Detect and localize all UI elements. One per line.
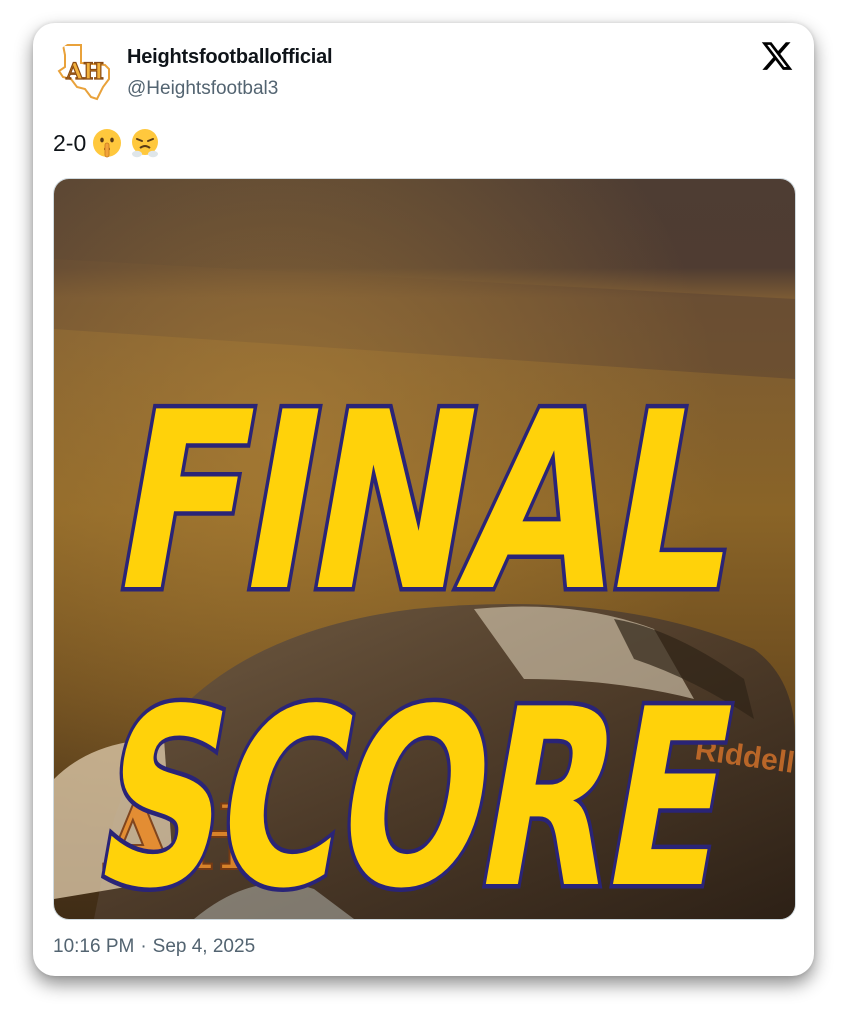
steam-from-nose-emoji [128,126,162,160]
shushing-face-emoji [90,126,124,160]
avatar-monogram: AH [65,59,104,85]
user-handle[interactable]: @Heightsfootbal3 [127,78,278,100]
headline-final: FINAL [97,361,757,646]
tweet-text-content: 2-0 [53,129,87,156]
tweet-time: 10:16 PM [53,936,135,957]
tweet-text: 2-0 [53,126,162,160]
timestamp-separator: · [140,936,147,957]
tweet-timestamp[interactable]: 10:16 PM · Sep 4, 2025 [53,936,255,958]
tweet-media-image[interactable]: AH Riddell FINAL SCORE [53,178,796,920]
avatar[interactable]: AH [51,39,119,107]
tweet-card: AH Heightsfootballofficial @Heightsfootb… [33,23,814,976]
texas-ah-logo-icon: AH [51,39,119,107]
display-name[interactable]: Heightsfootballofficial [127,46,333,69]
tweet-date: Sep 4, 2025 [152,936,256,957]
headline-score: SCORE [79,658,749,919]
x-logo-icon[interactable] [760,39,794,73]
